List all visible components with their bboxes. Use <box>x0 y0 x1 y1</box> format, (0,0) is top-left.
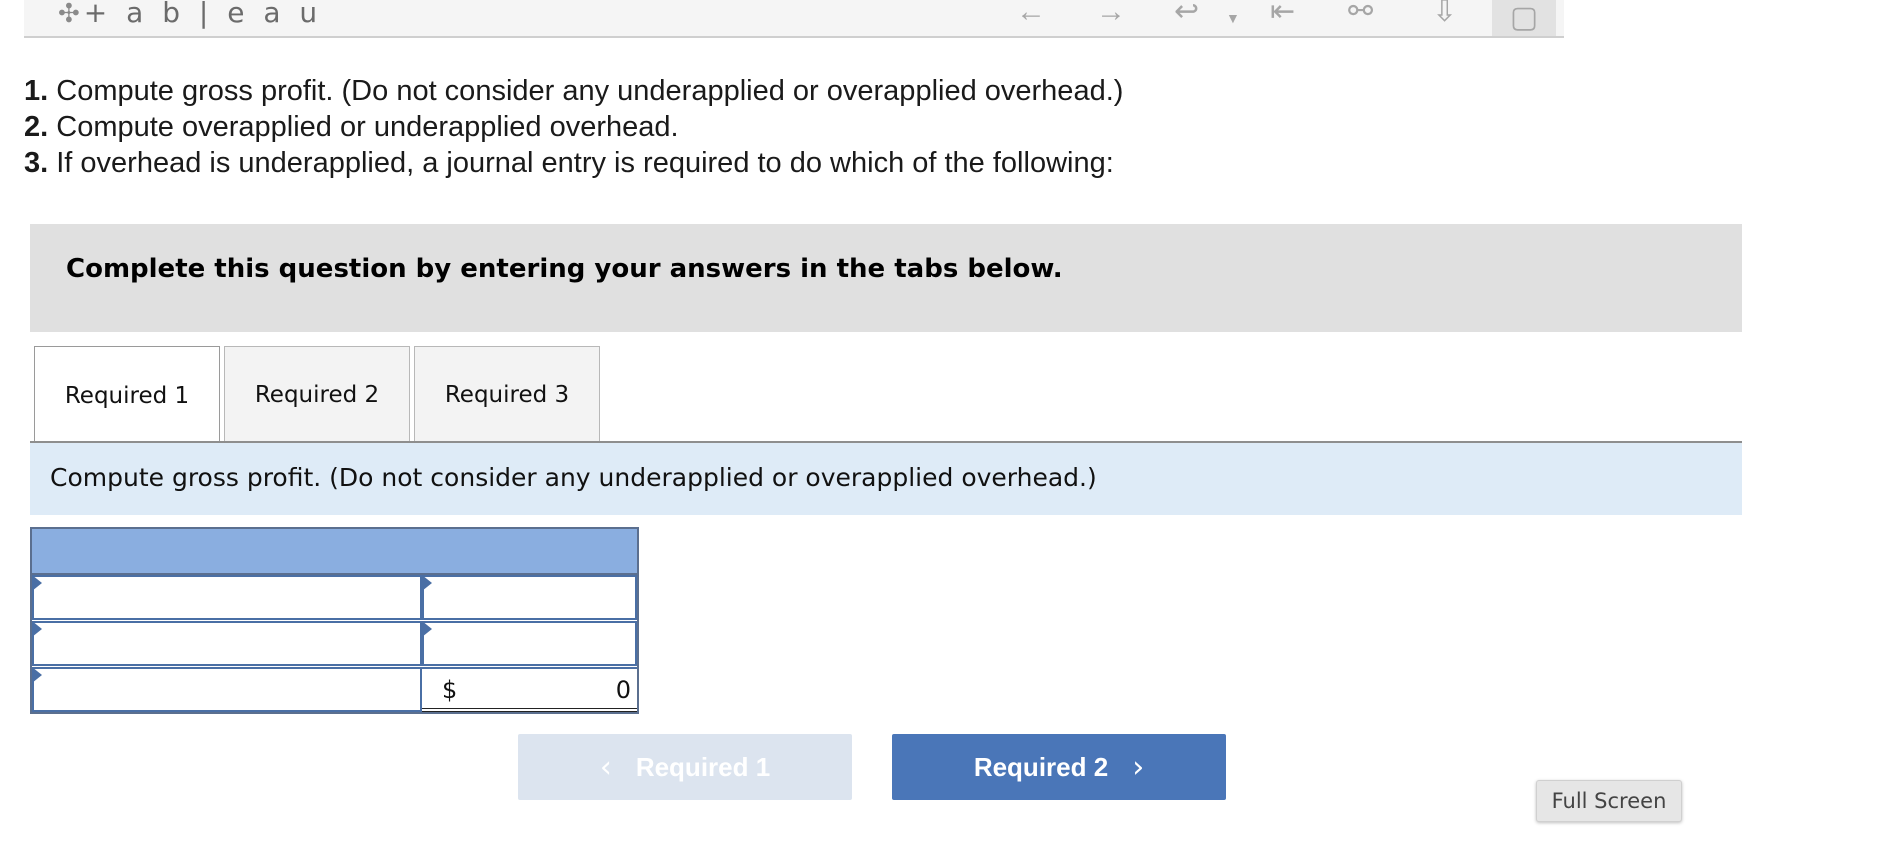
dropdown-indicator-icon <box>32 667 42 683</box>
answer-table: $ 0 <box>30 527 639 714</box>
prev-tab-button[interactable]: ‹ Required 1 <box>518 734 852 800</box>
next-tab-button[interactable]: Required 2 › <box>892 734 1226 800</box>
dropdown-caret-icon[interactable]: ▼ <box>1226 4 1240 32</box>
tableau-logo-icon: ✣ <box>58 0 80 28</box>
tableau-logo-text: + a b | e a u <box>83 0 323 29</box>
next-button-label: Required 2 <box>973 751 1109 782</box>
reset-icon[interactable]: ⇤ <box>1270 0 1295 27</box>
redo-arrow-icon[interactable]: → <box>1096 0 1126 27</box>
row-2-amount-input[interactable] <box>422 621 637 666</box>
question-2: 2. Compute overapplied or underapplied o… <box>24 111 679 143</box>
tableau-toolbar: ✣ + a b | e a u ← → ↩ ▼ ⇤ ⚯ ⇩ ▢ <box>24 0 1564 38</box>
currency-symbol: $ <box>442 676 458 704</box>
chevron-right-icon: › <box>1132 749 1145 785</box>
tableau-logo: ✣ + a b | e a u <box>58 0 323 29</box>
total-value: 0 <box>615 676 631 704</box>
tab-required-1[interactable]: Required 1 <box>34 346 220 444</box>
row-1-amount-input[interactable] <box>422 575 637 620</box>
row-3-label-input[interactable] <box>32 667 422 712</box>
question-1: 1. Compute gross profit. (Do not conside… <box>24 75 1124 107</box>
row-2-label-input[interactable] <box>32 621 422 666</box>
instruction-text: Complete this question by entering your … <box>66 254 1063 284</box>
tab-required-3[interactable]: Required 3 <box>414 346 600 442</box>
dropdown-indicator-icon <box>32 575 42 591</box>
row-1-label-input[interactable] <box>32 575 422 620</box>
instruction-banner: Complete this question by entering your … <box>30 224 1742 332</box>
undo-arrow-icon[interactable]: ← <box>1016 0 1046 27</box>
revert-icon[interactable]: ↩ <box>1174 0 1199 27</box>
total-amount-cell: $ 0 <box>422 667 637 712</box>
dropdown-indicator-icon <box>32 621 42 637</box>
download-icon[interactable]: ⇩ <box>1432 0 1457 27</box>
dropdown-indicator-icon <box>422 621 432 637</box>
question-3: 3. If overhead is underapplied, a journa… <box>24 147 1114 179</box>
question-list: 1. Compute gross profit. (Do not conside… <box>24 73 1123 181</box>
fullscreen-frame-icon[interactable]: ▢ <box>1492 0 1556 36</box>
tab-prompt: Compute gross profit. (Do not consider a… <box>30 443 1742 515</box>
prompt-text: Compute gross profit. (Do not consider a… <box>50 463 1097 492</box>
table-header-row <box>32 529 637 575</box>
full-screen-button[interactable]: Full Screen <box>1536 780 1682 822</box>
tab-required-2[interactable]: Required 2 <box>224 346 410 442</box>
prev-button-label: Required 1 <box>635 751 771 782</box>
share-icon[interactable]: ⚯ <box>1348 0 1373 27</box>
dropdown-indicator-icon <box>422 575 432 591</box>
chevron-left-icon: ‹ <box>599 749 612 785</box>
